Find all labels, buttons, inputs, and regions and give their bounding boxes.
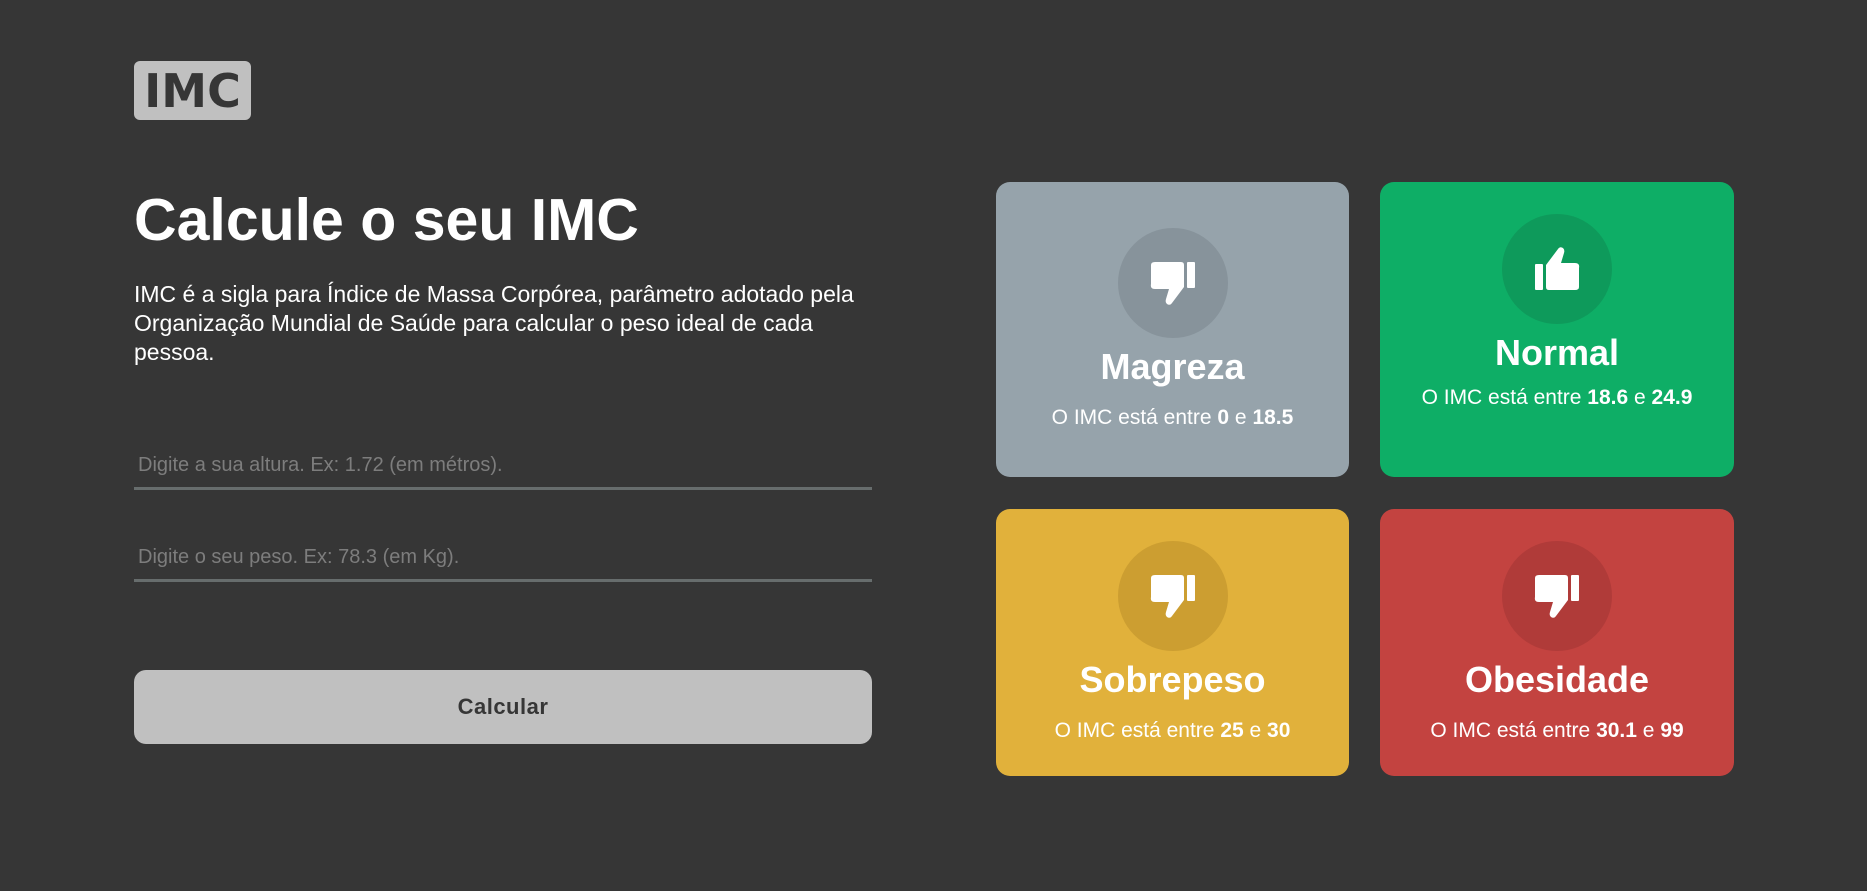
card-title: Magreza xyxy=(1100,345,1245,387)
card-normal: Normal O IMC está entre 18.6 e 24.9 xyxy=(1380,182,1734,477)
card-magreza: Magreza O IMC está entre 0 e 18.5 xyxy=(996,182,1349,477)
card-sobrepeso: Sobrepeso O IMC está entre 25 e 30 xyxy=(996,509,1349,776)
card-range: O IMC está entre 25 e 30 xyxy=(1054,718,1291,742)
imc-logo: IMC xyxy=(134,61,251,120)
page-title: Calcule o seu IMC xyxy=(134,187,639,253)
intro-section: Calcule o seu IMC IMC é a sigla para Índ… xyxy=(134,180,872,367)
card-obesidade: Obesidade O IMC está entre 30.1 e 99 xyxy=(1380,509,1734,776)
thumbs-up-icon xyxy=(1502,214,1612,324)
weight-input[interactable] xyxy=(134,536,872,582)
card-range: O IMC está entre 30.1 e 99 xyxy=(1430,718,1684,742)
thumbs-down-icon xyxy=(1502,540,1612,651)
calculate-button[interactable]: Calcular xyxy=(134,670,872,744)
thumbs-down-icon xyxy=(1117,540,1228,651)
card-range: O IMC está entre 18.6 e 24.9 xyxy=(1421,386,1693,409)
card-title: Sobrepeso xyxy=(1079,658,1266,700)
card-title: Normal xyxy=(1494,332,1620,373)
page-description: IMC é a sigla para Índice de Massa Corpó… xyxy=(134,281,854,365)
card-range: O IMC está entre 0 e 18.5 xyxy=(1051,405,1294,429)
height-input[interactable] xyxy=(134,444,872,490)
thumbs-down-icon xyxy=(1117,227,1228,338)
card-title: Obesidade xyxy=(1464,658,1650,700)
